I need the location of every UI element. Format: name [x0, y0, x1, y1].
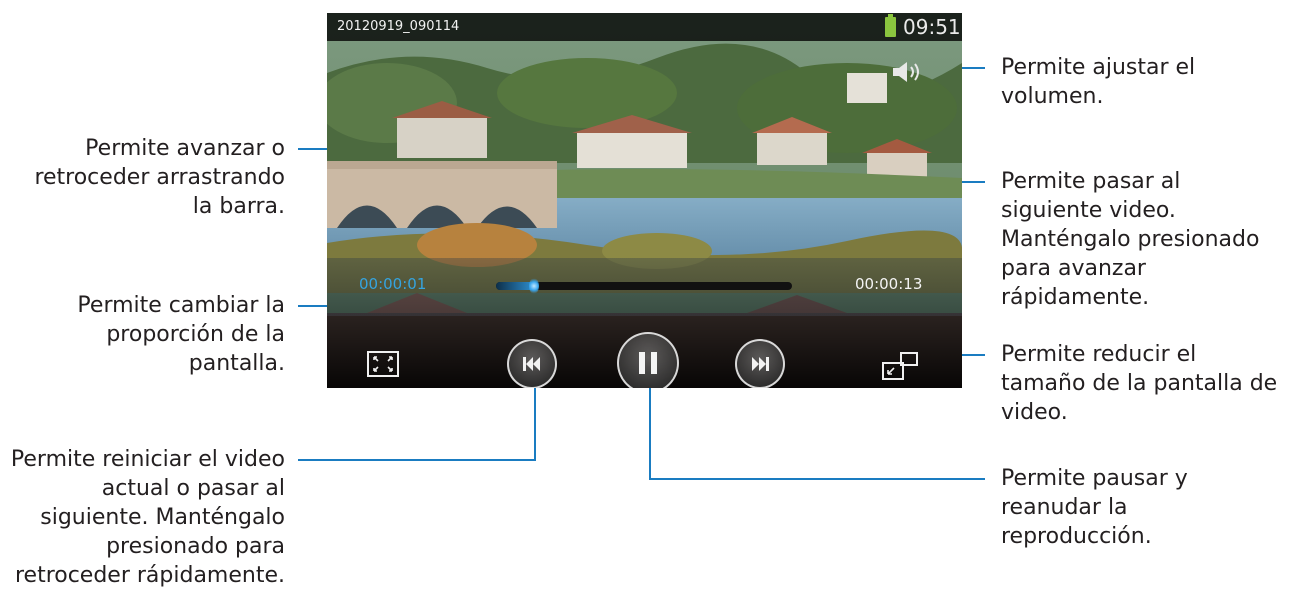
callout-line: Permite pasar al	[1001, 169, 1181, 194]
callout-line: tamaño de la pantalla de	[1001, 371, 1278, 396]
callout-line: rápidamente.	[1001, 285, 1150, 310]
callout-line: Permite reiniciar el video	[10, 447, 285, 472]
callout-line: Permite pausar y	[1001, 466, 1188, 491]
callout-line: reanudar la	[1001, 495, 1128, 520]
callout-seek: Permite avanzar o retroceder arrastrando…	[34, 134, 285, 221]
current-time: 00:00:01	[359, 275, 427, 293]
control-bar	[327, 316, 962, 388]
skip-next-icon	[752, 357, 769, 371]
callout-line: para avanzar	[1001, 256, 1146, 281]
callout-next: Permite pasar al siguiente video. Mantén…	[1001, 167, 1259, 312]
callout-line: retroceder rápidamente.	[14, 563, 285, 588]
skip-previous-icon	[523, 357, 540, 371]
pause-button[interactable]	[617, 332, 679, 388]
callout-popup: Permite reducir el tamaño de la pantalla…	[1001, 340, 1277, 427]
previous-button[interactable]	[507, 339, 557, 388]
pause-icon	[639, 352, 657, 374]
seek-handle[interactable]	[529, 278, 540, 294]
callout-line: proporción de la	[106, 322, 285, 347]
callout-line: siguiente video.	[1001, 198, 1176, 223]
leader-line-pause	[649, 386, 985, 480]
status-bar: 20120919_090114 09:51	[327, 13, 962, 41]
callout-line: Permite avanzar o	[85, 136, 285, 161]
callout-line: actual o pasar al	[101, 476, 285, 501]
callout-line: video.	[1001, 400, 1068, 425]
callout-line: Manténgalo presionado	[1001, 227, 1260, 252]
video-player-screen[interactable]: 20120919_090114 09:51 00:00:01 00:00:13	[327, 13, 962, 388]
speaker-icon	[893, 62, 919, 82]
leader-line-prev	[298, 386, 536, 461]
callout-prev: Permite reiniciar el video actual o pasa…	[11, 445, 285, 590]
callout-pause: Permite pausar y reanudar la reproducció…	[1001, 464, 1188, 551]
callout-line: Permite reducir el	[1001, 342, 1197, 367]
callout-line: retroceder arrastrando	[34, 165, 285, 190]
total-time: 00:00:13	[855, 275, 923, 293]
pop-up-player-button[interactable]	[881, 351, 921, 381]
video-filename: 20120919_090114	[337, 19, 460, 34]
callout-line: pantalla.	[188, 351, 285, 376]
callout-line: Permite ajustar el	[1001, 55, 1196, 80]
aspect-ratio-icon	[367, 351, 399, 377]
callout-line: Permite cambiar la	[77, 293, 285, 318]
battery-icon	[885, 14, 896, 37]
next-button[interactable]	[735, 339, 785, 388]
aspect-ratio-button[interactable]	[367, 351, 399, 377]
pop-up-player-icon	[882, 352, 918, 380]
callout-line: volumen.	[1001, 84, 1104, 109]
callout-volume: Permite ajustar el volumen.	[1001, 53, 1195, 111]
seek-row: 00:00:01 00:00:13	[327, 258, 962, 316]
callout-aspect: Permite cambiar la proporción de la pant…	[77, 291, 285, 378]
seek-bar[interactable]	[496, 278, 792, 294]
callout-line: presionado para	[106, 534, 285, 559]
callout-line: siguiente. Manténgalo	[40, 505, 285, 530]
callout-line: la barra.	[192, 194, 285, 219]
status-clock: 09:51	[903, 15, 961, 39]
callout-line: reproducción.	[1001, 524, 1152, 549]
volume-button[interactable]	[890, 58, 926, 86]
